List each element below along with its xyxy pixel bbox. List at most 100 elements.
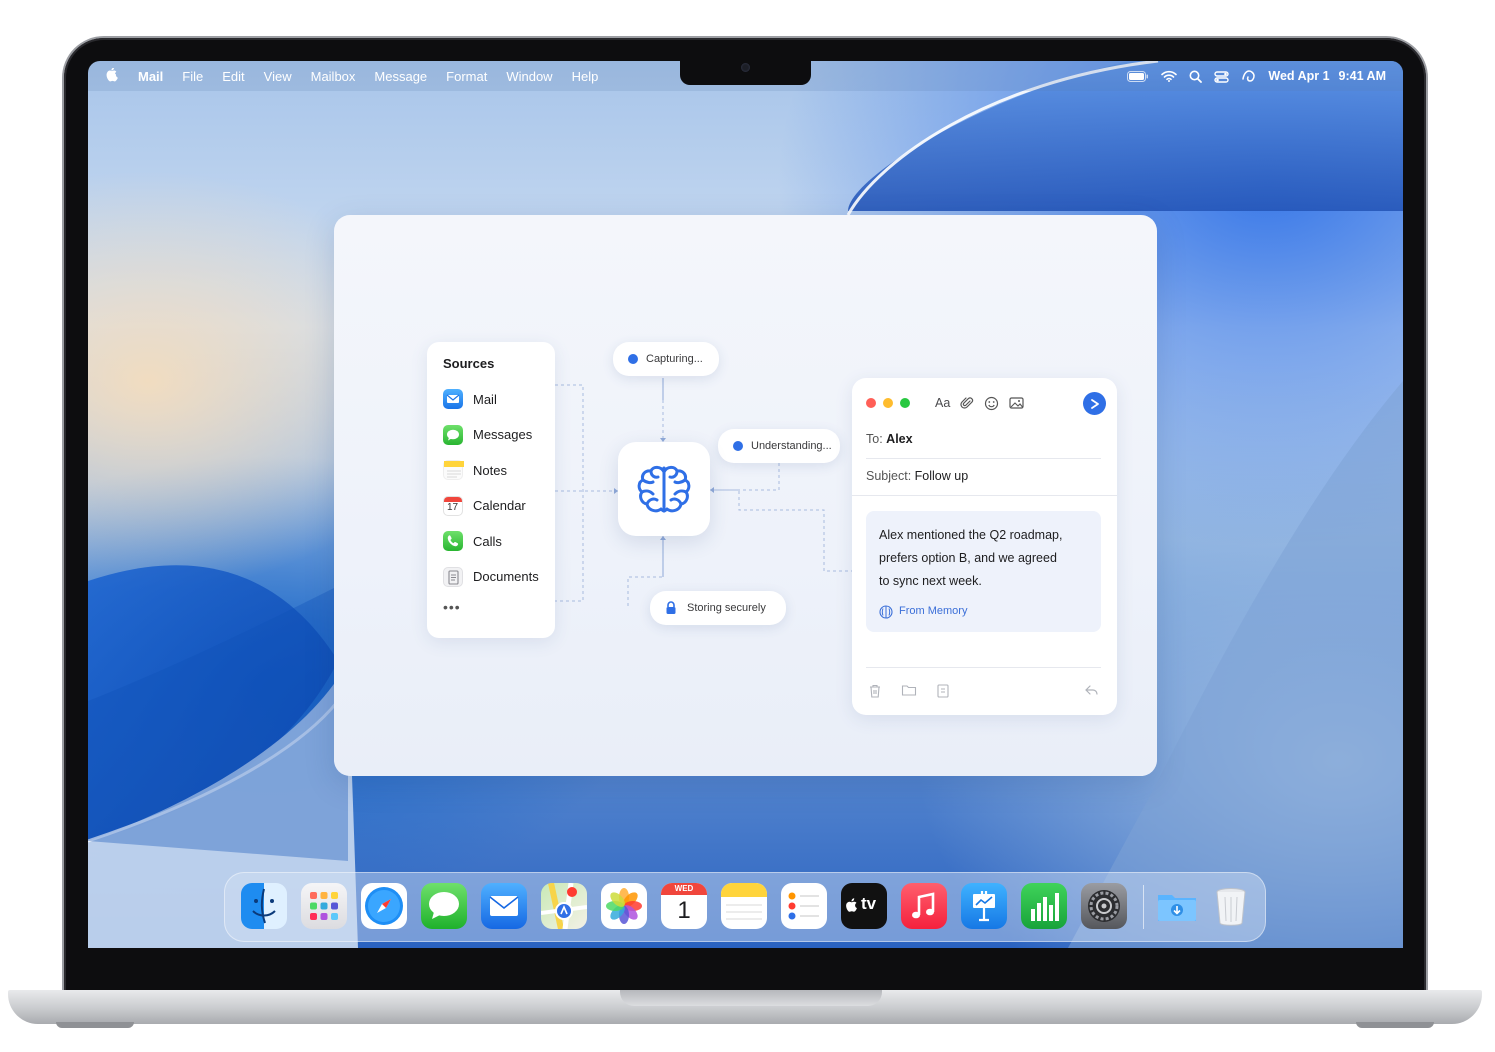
source-label: Messages — [473, 427, 533, 443]
menu-help[interactable]: Help — [572, 69, 599, 84]
format-button[interactable]: Aa — [935, 396, 950, 410]
music-icon[interactable] — [901, 883, 947, 929]
attach-button[interactable] — [960, 396, 974, 410]
mail-icon — [443, 389, 463, 409]
calendar-icon: 17 — [443, 495, 463, 516]
source-item-mail[interactable]: Mail — [443, 389, 555, 409]
launchpad-icon[interactable] — [301, 883, 347, 929]
minimize-window-button[interactable] — [883, 398, 893, 408]
finder-icon[interactable] — [241, 883, 287, 929]
to-field[interactable]: To: Alex — [866, 432, 913, 446]
camera-lens — [741, 63, 750, 72]
from-memory-badge: From Memory — [879, 600, 1088, 623]
menu-mailbox[interactable]: Mailbox — [311, 69, 356, 84]
memory-text-line: to sync next week. — [879, 574, 982, 588]
brain-hub — [618, 442, 710, 536]
menu-message[interactable]: Message — [374, 69, 427, 84]
capturing-label: Capturing... — [646, 353, 703, 365]
calendar-app-icon[interactable]: WED 1 — [661, 883, 707, 929]
reply-icon[interactable] — [1084, 683, 1099, 697]
composer-footer — [868, 683, 1101, 699]
from-memory-label: From Memory — [899, 605, 968, 617]
understanding-label: Understanding... — [751, 440, 832, 452]
menu-app-name[interactable]: Mail — [138, 69, 163, 84]
keynote-icon[interactable] — [961, 883, 1007, 929]
more-sources-button[interactable]: ••• — [443, 599, 555, 615]
memory-text-line: Alex mentioned the Q2 roadmap, — [879, 528, 1063, 542]
source-item-messages[interactable]: Messages — [443, 424, 555, 445]
email-composer: Aa To: Alex Subject: Follow up Alex ment… — [852, 378, 1117, 715]
subject-label: Subject: — [866, 469, 912, 483]
status-dot — [733, 441, 743, 451]
laptop-base — [8, 990, 1482, 1024]
wifi-icon[interactable] — [1161, 70, 1178, 82]
calendar-icon-date: 17 — [447, 501, 459, 513]
tv-icon[interactable]: tv — [841, 883, 887, 929]
status-area: Wed Apr 1 9:41 AM — [1127, 61, 1386, 91]
desktop-screen: Mail File Edit View Mailbox Message Form… — [88, 61, 1403, 948]
to-label: To: — [866, 432, 883, 446]
capturing-pill: Capturing... — [613, 342, 719, 376]
zoom-window-button[interactable] — [900, 398, 910, 408]
menu-edit[interactable]: Edit — [222, 69, 244, 84]
source-item-calendar[interactable]: 17 Calendar — [443, 495, 555, 516]
brain-icon — [637, 465, 691, 513]
memory-suggestion[interactable]: Alex mentioned the Q2 roadmap, prefers o… — [866, 511, 1101, 632]
mail-app-icon[interactable] — [481, 883, 527, 929]
memory-text-line: prefers option B, and we agreed — [879, 551, 1057, 565]
control-center-icon[interactable] — [1214, 70, 1230, 83]
menu-view[interactable]: View — [264, 69, 292, 84]
menubar-date[interactable]: Wed Apr 1 — [1268, 69, 1329, 83]
source-label: Calls — [473, 533, 502, 549]
dock-separator — [1143, 885, 1144, 929]
trash-icon[interactable] — [868, 683, 882, 699]
downloads-folder-icon[interactable] — [1154, 883, 1200, 929]
menubar-time[interactable]: 9:41 AM — [1339, 69, 1386, 83]
memory-pipeline-card: Sources Mail Messages Notes 17 Calendar … — [334, 215, 1157, 776]
phone-icon — [443, 531, 463, 552]
folder-icon[interactable] — [901, 683, 917, 697]
sources-panel: Sources Mail Messages Notes 17 Calendar … — [427, 342, 555, 638]
menu-window[interactable]: Window — [506, 69, 552, 84]
calendar-day-label: WED — [661, 883, 707, 895]
source-item-calls[interactable]: Calls — [443, 531, 555, 552]
trash-can-icon[interactable] — [1208, 883, 1254, 929]
maps-icon[interactable] — [541, 883, 587, 929]
source-label: Documents — [473, 569, 539, 585]
messages-app-icon[interactable] — [421, 883, 467, 929]
tv-label: tv — [861, 894, 877, 913]
source-item-documents[interactable]: Documents — [443, 566, 555, 587]
image-icon — [1009, 397, 1024, 409]
battery-icon[interactable] — [1127, 70, 1149, 82]
understanding-pill: Understanding... — [718, 429, 840, 463]
laptop-hinge-notch — [620, 990, 882, 1006]
numbers-icon[interactable] — [1021, 883, 1067, 929]
camera-notch — [680, 61, 811, 85]
menu-format[interactable]: Format — [446, 69, 487, 84]
send-button[interactable] — [1083, 392, 1106, 415]
notes-app-icon[interactable] — [721, 883, 767, 929]
status-dot — [628, 354, 638, 364]
memory-brain-icon — [879, 604, 893, 619]
dock: WED 1 tv — [224, 872, 1266, 942]
document-icon — [443, 566, 463, 587]
siri-icon[interactable] — [1241, 69, 1256, 83]
archive-icon[interactable] — [936, 683, 950, 699]
apple-menu-icon[interactable] — [106, 68, 120, 84]
close-window-button[interactable] — [866, 398, 876, 408]
emoji-button[interactable] — [984, 396, 999, 411]
to-value: Alex — [886, 432, 913, 446]
menu-file[interactable]: File — [182, 69, 203, 84]
calendar-date-label: 1 — [677, 897, 691, 924]
photo-button[interactable] — [1009, 396, 1024, 410]
paperclip-icon — [960, 397, 974, 409]
reminders-icon[interactable] — [781, 883, 827, 929]
system-settings-icon[interactable] — [1081, 883, 1127, 929]
subject-field[interactable]: Subject: Follow up — [866, 469, 968, 483]
source-label: Mail — [473, 391, 497, 407]
source-item-notes[interactable]: Notes — [443, 460, 555, 481]
search-icon[interactable] — [1189, 70, 1203, 83]
source-label: Calendar — [473, 498, 526, 514]
photos-icon[interactable] — [601, 883, 647, 929]
safari-icon[interactable] — [361, 883, 407, 929]
